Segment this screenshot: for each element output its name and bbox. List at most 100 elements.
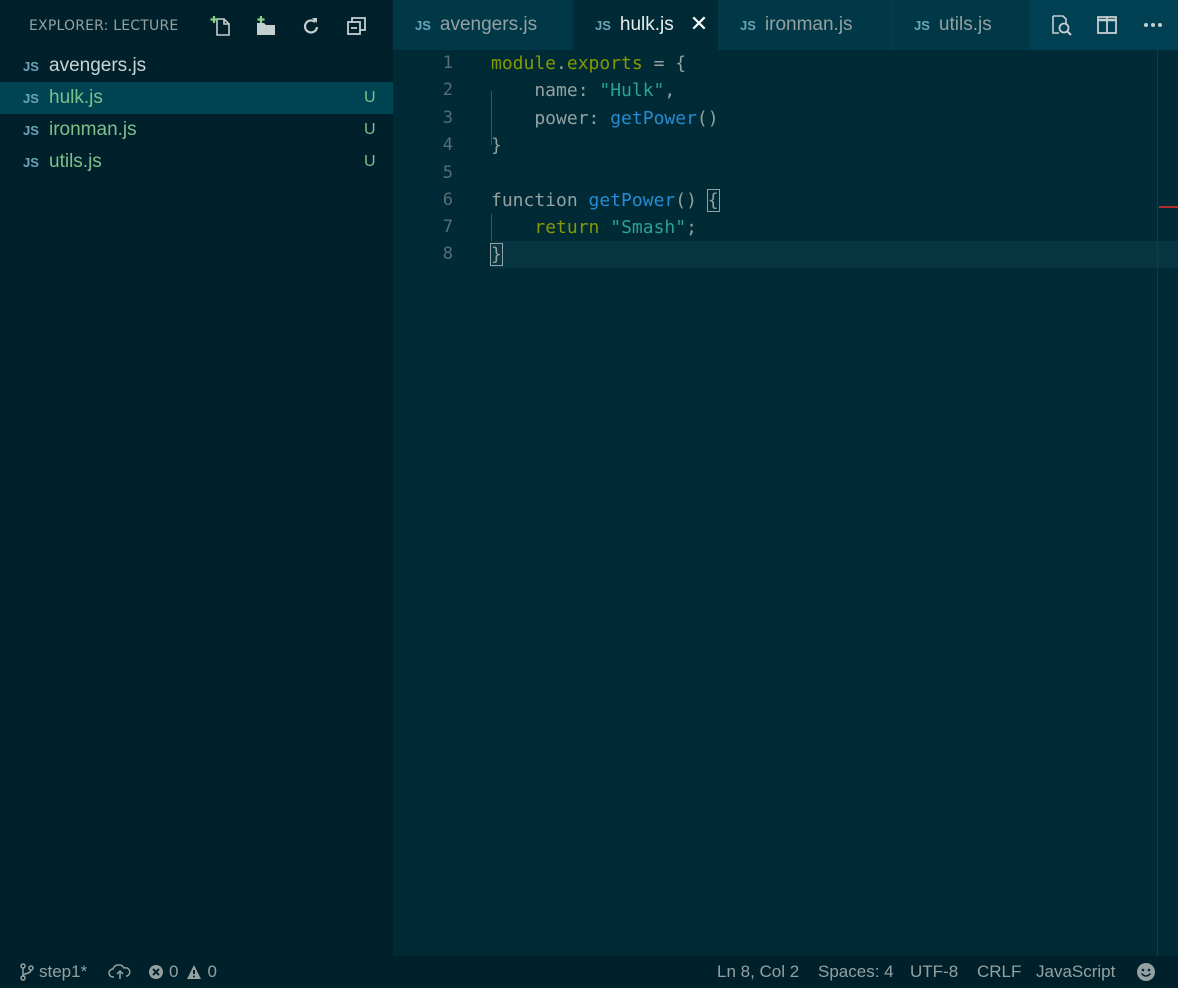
feedback-smiley-icon[interactable] <box>1136 956 1161 988</box>
editor-tabbar: JS avengers.js JS hulk.js ✕ JS ironman.j… <box>393 0 1178 50</box>
new-file-icon[interactable] <box>209 14 233 38</box>
tab-label: hulk.js <box>619 14 674 35</box>
code-line: 1 module.exports = { <box>393 50 1178 77</box>
js-file-icon: JS <box>23 90 39 106</box>
warning-icon <box>187 965 202 979</box>
code-line: 8 } <box>393 241 1178 268</box>
file-status: U <box>364 153 376 170</box>
code-line: 5 <box>393 160 1178 187</box>
code-token: . <box>556 53 567 74</box>
file-item-utils[interactable]: JS utils.js U <box>0 146 393 178</box>
git-branch-status[interactable]: step1* <box>20 956 87 988</box>
git-branch-icon <box>20 963 34 981</box>
problems-status[interactable]: 0 0 <box>148 956 217 988</box>
tab-label: ironman.js <box>764 14 853 35</box>
line-number: 8 <box>442 244 453 264</box>
code-text: name: "Hulk", <box>491 77 675 104</box>
code-token: = { <box>642 53 687 74</box>
code-token: function <box>491 190 589 211</box>
open-preview-icon[interactable] <box>1049 13 1073 37</box>
tab-ironman[interactable]: JS ironman.js <box>718 0 891 50</box>
encoding-status[interactable]: UTF-8 <box>910 956 958 988</box>
line-number: 3 <box>442 108 453 128</box>
js-file-icon: JS <box>23 122 39 138</box>
status-bar: step1* 0 0 Ln 8, Col 2 Spaces: 4 UTF-8 C… <box>0 956 1178 988</box>
file-status: U <box>364 89 376 106</box>
eol-status[interactable]: CRLF <box>977 956 1021 988</box>
js-file-icon: JS <box>914 17 930 33</box>
code-text: module.exports = { <box>491 50 686 77</box>
tab-utils[interactable]: JS utils.js <box>892 0 1030 50</box>
close-icon[interactable]: ✕ <box>690 14 708 36</box>
warning-count: 0 <box>207 962 217 981</box>
code-token: () <box>696 108 719 129</box>
line-number: 1 <box>442 53 453 73</box>
js-file-icon: JS <box>23 58 39 74</box>
split-editor-icon[interactable] <box>1095 13 1119 37</box>
refresh-icon[interactable] <box>299 14 323 38</box>
new-folder-icon[interactable] <box>254 14 278 38</box>
code-token: "Hulk" <box>599 80 665 101</box>
file-item-hulk[interactable]: JS hulk.js U <box>0 82 393 114</box>
file-name: avengers.js <box>49 55 147 76</box>
explorer-title: EXPLORER: LECTURE <box>29 18 179 34</box>
file-list: JS avengers.js JS hulk.js U JS ironman.j… <box>0 50 393 178</box>
line-number: 6 <box>442 190 453 210</box>
line-number: 4 <box>442 135 453 155</box>
collapse-all-icon[interactable] <box>345 14 369 38</box>
code-token: name: <box>491 80 600 101</box>
tab-label: avengers.js <box>439 14 538 35</box>
code-editor[interactable]: 1 module.exports = { 2 name: "Hulk", 3 p… <box>393 50 1178 956</box>
code-token: getPower <box>588 190 676 211</box>
more-actions-icon[interactable] <box>1141 13 1165 37</box>
file-name: utils.js <box>49 151 102 172</box>
line-number: 5 <box>442 163 453 183</box>
cursor-position[interactable]: Ln 8, Col 2 <box>717 956 799 988</box>
file-name: hulk.js <box>49 87 103 108</box>
code-token: , <box>664 80 676 101</box>
js-file-icon: JS <box>23 154 39 170</box>
js-file-icon: JS <box>595 17 611 33</box>
line-number: 7 <box>442 217 453 237</box>
code-text: return "Smash"; <box>491 214 697 241</box>
code-text: } <box>491 135 502 156</box>
code-text: power: getPower() <box>491 105 719 132</box>
tab-label: utils.js <box>938 14 992 35</box>
line-number: 2 <box>442 80 453 100</box>
tab-hulk[interactable]: JS hulk.js ✕ <box>573 0 718 50</box>
tab-avengers[interactable]: JS avengers.js <box>393 0 573 50</box>
code-token: "Smash" <box>610 217 687 238</box>
bracket-match: { <box>706 189 720 212</box>
code-text: function getPower() { <box>491 187 720 214</box>
code-token: module <box>491 53 557 74</box>
file-item-ironman[interactable]: JS ironman.js U <box>0 114 393 146</box>
code-token: exports <box>566 53 643 74</box>
code-token: getPower <box>610 108 697 129</box>
language-mode[interactable]: JavaScript <box>1036 956 1115 988</box>
code-token: return <box>534 217 600 238</box>
bracket-match: } <box>490 243 503 266</box>
code-line: 6 function getPower() { <box>393 187 1178 214</box>
explorer-sidebar: EXPLORER: LECTURE JS avengers.js JS hulk… <box>0 0 393 956</box>
code-token: power: <box>491 108 611 129</box>
code-token: () <box>675 190 708 211</box>
sync-icon[interactable] <box>108 956 137 988</box>
explorer-header: EXPLORER: LECTURE <box>0 0 393 52</box>
file-status: U <box>364 121 376 138</box>
js-file-icon: JS <box>415 17 431 33</box>
code-line: 3 power: getPower() <box>393 105 1178 132</box>
code-text: } <box>490 241 503 268</box>
branch-name: step1* <box>39 962 88 981</box>
code-line: 2 name: "Hulk", <box>393 77 1178 104</box>
error-count: 0 <box>169 962 179 981</box>
code-token: ; <box>686 217 697 238</box>
code-line: 7 return "Smash"; <box>393 214 1178 241</box>
indentation-status[interactable]: Spaces: 4 <box>818 956 894 988</box>
code-line: 4 } <box>393 132 1178 159</box>
js-file-icon: JS <box>740 17 756 33</box>
file-name: ironman.js <box>49 119 137 140</box>
file-item-avengers[interactable]: JS avengers.js <box>0 50 393 82</box>
error-icon <box>149 965 163 979</box>
